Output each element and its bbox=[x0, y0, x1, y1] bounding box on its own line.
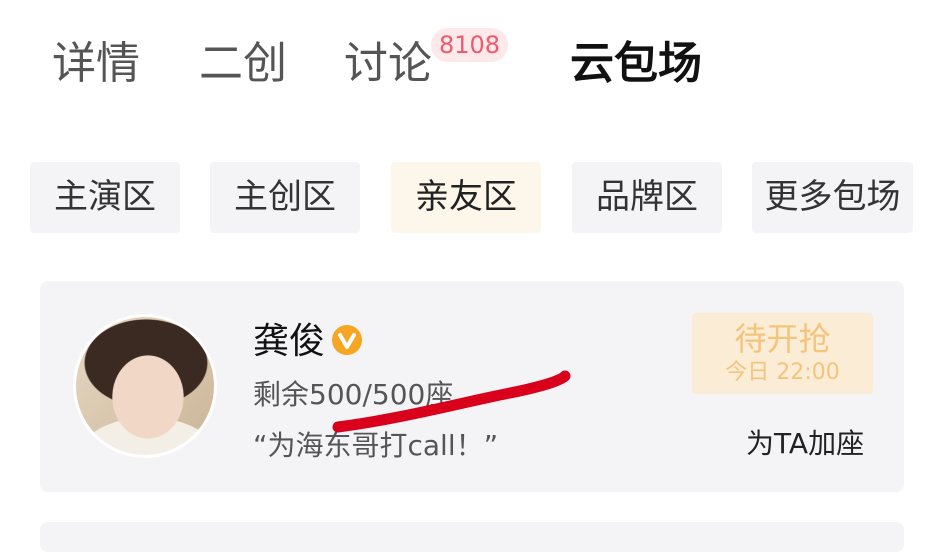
status-time: 今日 22:00 bbox=[725, 360, 840, 385]
verified-icon bbox=[332, 325, 362, 355]
slogan-text: “为海东哥打call！” bbox=[253, 429, 499, 462]
avatar[interactable] bbox=[73, 314, 217, 458]
screening-card[interactable]: 龚俊 剩余500/500座 “为海东哥打call！” 待开抢 今日 22:00 … bbox=[40, 281, 904, 492]
chip-more-screenings[interactable]: 更多包场 bbox=[752, 162, 913, 233]
host-name[interactable]: 龚俊 bbox=[253, 319, 325, 365]
status-title: 待开抢 bbox=[734, 320, 831, 358]
tab-fan-creations[interactable]: 二创 bbox=[199, 36, 287, 92]
chip-friends[interactable]: 亲友区 bbox=[391, 162, 541, 233]
discussion-count-badge: 8108 bbox=[431, 28, 509, 62]
tab-cloud-screening[interactable]: 云包场 bbox=[570, 36, 702, 92]
grab-seat-button[interactable]: 待开抢 今日 22:00 bbox=[692, 313, 873, 394]
chip-creators[interactable]: 主创区 bbox=[210, 162, 360, 233]
tab-discussion[interactable]: 讨论 bbox=[344, 36, 432, 92]
top-tab-bar: 详情 二创 讨论 8108 云包场 bbox=[0, 0, 944, 130]
remaining-seats: 剩余500/500座 bbox=[253, 378, 454, 411]
tab-details[interactable]: 详情 bbox=[52, 36, 140, 92]
add-seat-link[interactable]: 为TA加座 bbox=[746, 424, 864, 464]
next-screening-card bbox=[40, 522, 904, 552]
chip-brands[interactable]: 品牌区 bbox=[572, 162, 722, 233]
chip-lead-cast[interactable]: 主演区 bbox=[30, 162, 180, 233]
